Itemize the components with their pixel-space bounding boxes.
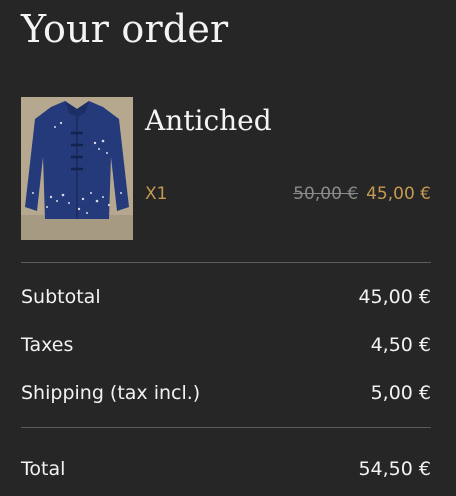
quantity-label: X1 [145,184,168,204]
taxes-row: Taxes 4,50 € [21,332,431,358]
total-row: Total 54,50 € [21,456,431,482]
shipping-value: 5,00 € [370,382,431,404]
divider [21,427,431,428]
subtotal-label: Subtotal [21,286,101,308]
original-price: 50,00 € [293,184,359,204]
shipping-label: Shipping (tax incl.) [21,382,201,404]
price-group: 50,00 € 45,00 € [293,183,431,205]
subtotal-value: 45,00 € [358,286,431,308]
product-image [21,97,133,240]
subtotal-row: Subtotal 45,00 € [21,284,431,310]
taxes-value: 4,50 € [370,334,431,356]
divider [21,262,431,263]
jacket-photo-icon [21,97,133,240]
total-value: 54,50 € [358,458,431,480]
sale-price: 45,00 € [366,184,431,204]
product-name: Antiched [145,104,272,137]
shipping-row: Shipping (tax incl.) 5,00 € [21,380,431,406]
page-title: Your order [21,7,229,51]
taxes-label: Taxes [21,334,74,356]
total-label: Total [21,458,66,480]
